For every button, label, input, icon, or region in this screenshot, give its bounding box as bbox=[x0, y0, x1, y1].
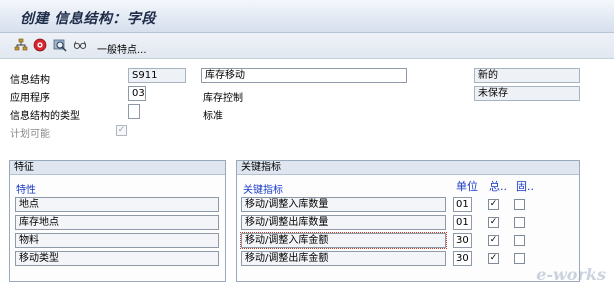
unit-field[interactable]: 30 bbox=[453, 233, 472, 248]
application-toolbar bbox=[0, 33, 614, 59]
fixed-checkbox[interactable] bbox=[514, 253, 525, 264]
fixed-column-header: 固.. bbox=[516, 180, 534, 193]
window-title: 创建 信息结构：字段 bbox=[20, 11, 156, 27]
characteristic-row[interactable]: 物料 bbox=[15, 233, 219, 248]
total-checkbox[interactable]: ✓ bbox=[488, 235, 499, 246]
info-structure-label: 信息结构 bbox=[10, 75, 50, 86]
application-description: 库存控制 bbox=[203, 93, 243, 104]
info-structure-type-field[interactable] bbox=[128, 104, 140, 119]
key-figures-group-title: 关键指标 bbox=[237, 161, 579, 175]
fixed-checkbox[interactable] bbox=[514, 217, 525, 228]
unit-field[interactable]: 01 bbox=[453, 215, 472, 230]
unit-column-header: 单位 bbox=[456, 180, 478, 193]
characteristics-column-header: 特性 bbox=[16, 185, 36, 196]
planning-possible-label: 计划可能 bbox=[10, 129, 50, 140]
characteristic-row[interactable]: 库存地点 bbox=[15, 215, 219, 230]
info-structure-code-field[interactable]: S911 bbox=[128, 68, 186, 83]
general-characteristics-button[interactable]: 一般特点... bbox=[97, 41, 147, 56]
record-icon[interactable] bbox=[33, 38, 47, 52]
key-figure-row[interactable]: 移动/调整入库数量 bbox=[241, 197, 446, 212]
application-code-field[interactable]: 03 bbox=[128, 86, 146, 101]
watermark: e-works bbox=[536, 265, 606, 284]
application-label: 应用程序 bbox=[10, 93, 50, 104]
fixed-checkbox[interactable] bbox=[514, 199, 525, 210]
unit-field[interactable]: 30 bbox=[453, 251, 472, 266]
status-field: 新的 bbox=[474, 68, 580, 83]
key-figure-row[interactable]: 移动/调整出库数量 bbox=[241, 215, 446, 230]
characteristic-row[interactable]: 地点 bbox=[15, 197, 219, 212]
info-structure-type-label: 信息结构的类型 bbox=[10, 111, 80, 122]
key-figure-row[interactable]: 移动/调整出库金额 bbox=[241, 251, 446, 266]
characteristic-row[interactable]: 移动类型 bbox=[15, 251, 219, 266]
key-figure-row[interactable]: 移动/调整入库金额 bbox=[240, 232, 447, 249]
save-status-field: 未保存 bbox=[474, 86, 580, 101]
total-checkbox[interactable]: ✓ bbox=[488, 253, 499, 264]
planning-possible-checkbox: ✓ bbox=[116, 125, 127, 136]
info-structure-type-description: 标准 bbox=[203, 111, 223, 122]
search-icon[interactable] bbox=[53, 38, 67, 52]
total-checkbox[interactable]: ✓ bbox=[488, 199, 499, 210]
unit-field[interactable]: 01 bbox=[453, 197, 472, 212]
key-figures-column-header: 关键指标 bbox=[243, 185, 283, 196]
total-column-header: 总.. bbox=[489, 180, 507, 193]
fixed-checkbox[interactable] bbox=[514, 235, 525, 246]
glasses-icon[interactable] bbox=[73, 38, 87, 52]
total-checkbox[interactable]: ✓ bbox=[488, 217, 499, 228]
hierarchy-icon[interactable] bbox=[14, 38, 28, 52]
info-structure-description-field[interactable]: 库存移动 bbox=[201, 68, 407, 83]
characteristics-group-title: 特征 bbox=[10, 161, 225, 175]
